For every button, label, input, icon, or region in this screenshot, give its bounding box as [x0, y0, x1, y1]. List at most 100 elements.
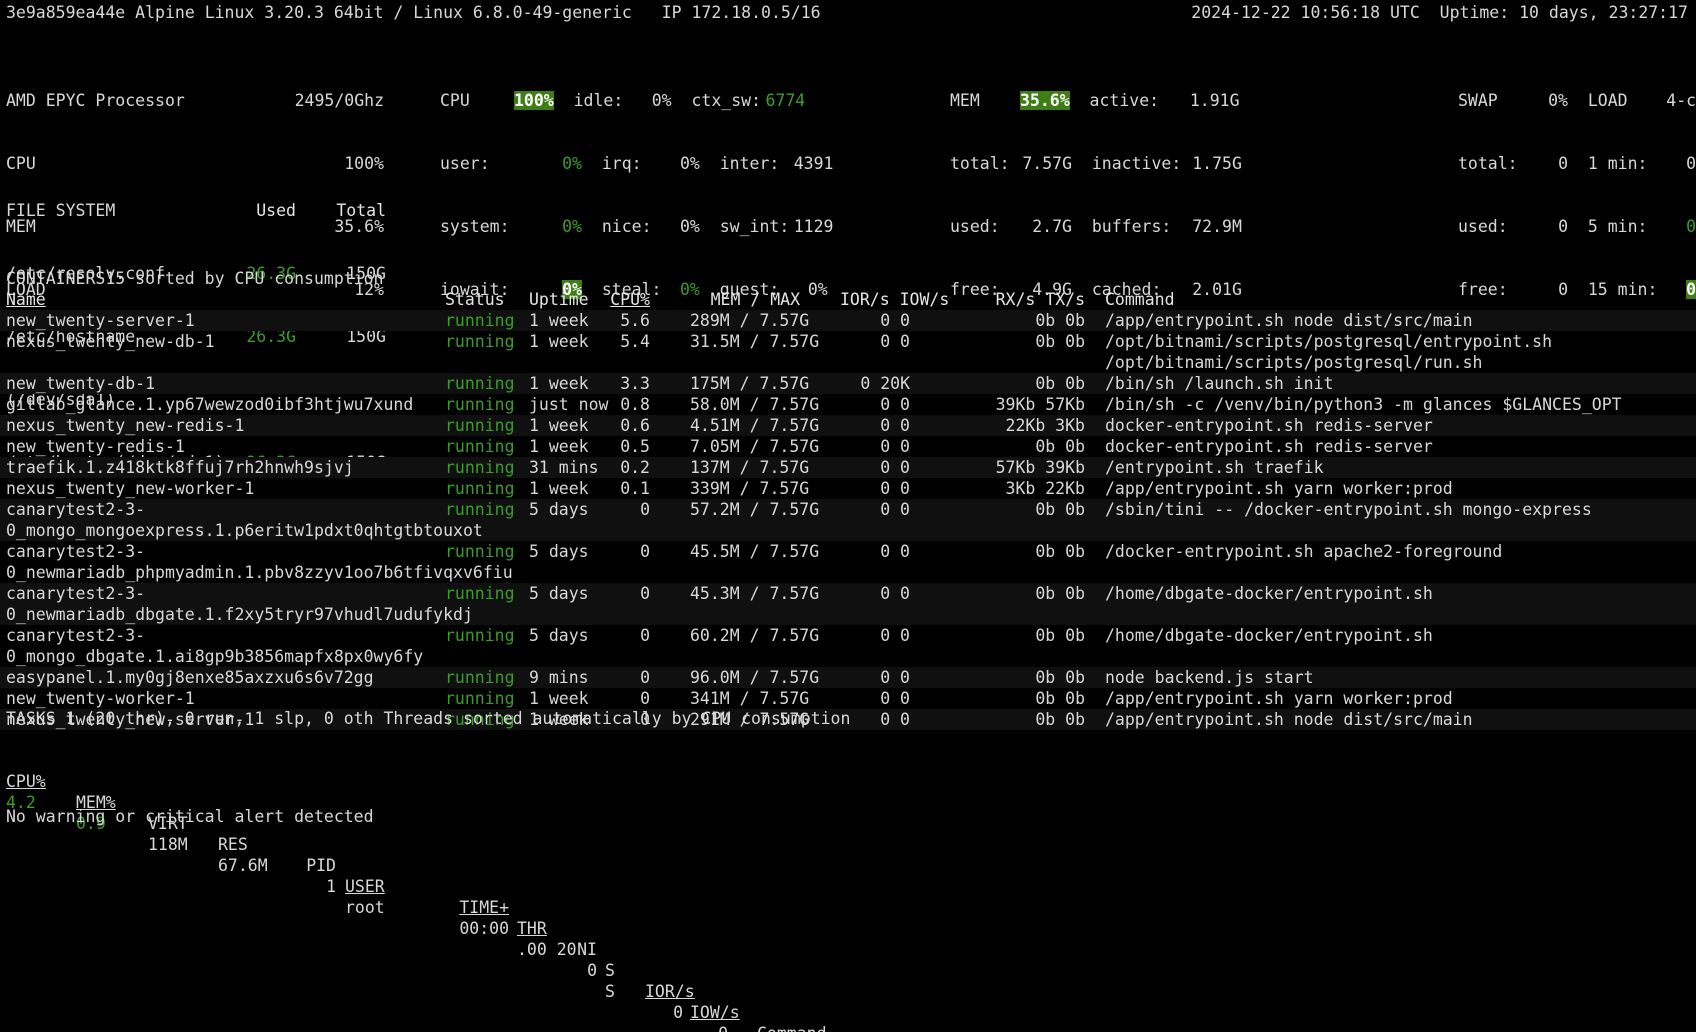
table-row[interactable]: canarytest2-3-0_mongo_dbgate.1.ai8gp9b38… [0, 625, 1696, 667]
container-io: 0 0 [840, 310, 910, 331]
filesystem-col-total: Total [326, 200, 386, 221]
container-cpu: 0 [608, 583, 650, 604]
column-header-cpu[interactable]: CPU% [608, 289, 650, 310]
column-header-uptime[interactable]: Uptime [529, 289, 619, 310]
column-header-status[interactable]: Status [445, 289, 515, 310]
cpu-swint-label: sw_int: [720, 216, 794, 237]
filesystem-col-used: Used [236, 200, 296, 221]
container-cpu: 0 [608, 625, 650, 646]
container-mem: 175M / 7.57G [690, 373, 800, 394]
task-row[interactable]: 4.2 0.9 118M 67.6M 1 root 00:00 .00 20 0… [0, 771, 1696, 792]
ip-label: IP 172.18.0.5/16 [662, 3, 821, 22]
cpu-total: 100% [514, 91, 554, 110]
task-column-pid[interactable]: PID [300, 855, 336, 876]
container-status: running [445, 625, 515, 646]
table-row[interactable]: nexus_twenty_new-worker-1running1 week0.… [0, 478, 1696, 499]
quicklook-cpu-model-line: AMD EPYC Processor 2495/0Ghz [6, 90, 406, 111]
task-pid: 1 [300, 876, 336, 897]
table-row[interactable]: canarytest2-3-0_newmariadb_dbgate.1.f2xy… [0, 583, 1696, 625]
table-row[interactable]: new_twenty-worker-1running1 week0341M / … [0, 688, 1696, 709]
column-header-net[interactable]: RX/s TX/s [985, 289, 1085, 310]
container-io: 0 0 [840, 394, 910, 415]
container-net: 39Kb 57Kb [985, 394, 1085, 415]
container-cpu: 0 [608, 499, 650, 520]
glances-terminal: 3e9a859ea44e Alpine Linux 3.20.3 64bit /… [0, 0, 1696, 1032]
table-row[interactable]: traefik.1.z418ktk8ffuj7rh2hnwh9sjvjrunni… [0, 457, 1696, 478]
container-uptime: 5 days [529, 583, 619, 604]
container-command: docker-entrypoint.sh redis-server [1105, 415, 1433, 436]
task-thr: .00 20 [517, 939, 553, 960]
task-column-user[interactable]: USER [345, 876, 415, 897]
column-header-mem[interactable]: MEM / MAX [690, 289, 800, 310]
task-column-iow[interactable]: IOW/s [690, 1002, 728, 1023]
filesystem-title: FILE SYSTEM [6, 200, 115, 221]
task-column-res[interactable]: RES [218, 834, 270, 855]
cpu-inter-value: 4391 [794, 154, 834, 173]
table-row[interactable]: nexus_twenty_new-redis-1running1 week0.6… [0, 415, 1696, 436]
container-net: 0b 0b [985, 373, 1085, 394]
containers-table: Name Status Uptime CPU% MEM / MAX IOR/s … [0, 289, 1696, 730]
container-net: 22Kb 3Kb [985, 415, 1085, 436]
container-io: 0 0 [840, 499, 910, 520]
column-header-name[interactable]: Name [6, 289, 46, 310]
column-header-command[interactable]: Command [1105, 289, 1175, 310]
table-row[interactable]: nexus_twenty_new-db-1running1 week5.431.… [0, 331, 1696, 373]
mem-buffers-value: 72.9M [1186, 216, 1242, 237]
table-row[interactable]: canarytest2-3-0_mongo_mongoexpress.1.p6e… [0, 499, 1696, 541]
container-uptime: 5 days [529, 541, 619, 562]
container-name: traefik.1.z418ktk8ffuj7rh2hnwh9sjvj [6, 457, 354, 478]
containers-header-row: Name Status Uptime CPU% MEM / MAX IOR/s … [0, 289, 1696, 310]
container-name: new_twenty-server-1 [6, 310, 195, 331]
mem-inactive-value: 1.75G [1186, 153, 1242, 174]
table-row[interactable]: new_twenty-server-1running1 week5.6289M … [0, 310, 1696, 331]
container-mem: 339M / 7.57G [690, 478, 800, 499]
container-status: running [445, 394, 515, 415]
container-uptime: 9 mins [529, 667, 619, 688]
task-column-state[interactable]: S [605, 960, 623, 981]
uptime: Uptime: 10 days, 23:27:17 [1440, 3, 1688, 22]
cpu-nice-value: 0% [666, 216, 700, 237]
task-iow: 0 [690, 1023, 728, 1032]
container-command: /entrypoint.sh traefik [1105, 457, 1324, 478]
table-row[interactable]: easypanel.1.my0gj8enxe85axzxu6s6v72ggrun… [0, 667, 1696, 688]
task-column-time[interactable]: TIME+ [453, 897, 509, 918]
swap-total-value: 0 [1532, 153, 1568, 174]
container-name: nexus_twenty_new-db-1 [6, 331, 215, 352]
table-row[interactable]: new_twenty-redis-1running1 week0.57.05M … [0, 436, 1696, 457]
container-cpu: 0.1 [608, 478, 650, 499]
table-row[interactable]: canarytest2-3-0_newmariadb_phpmyadmin.1.… [0, 541, 1696, 583]
task-column-thr[interactable]: THR [517, 918, 553, 939]
container-net: 0b 0b [985, 310, 1085, 331]
load-cores: 4-core [1660, 90, 1696, 111]
cpu-system-value: 0% [524, 216, 582, 237]
table-row[interactable]: new_twenty-db-1running1 week3.3175M / 7.… [0, 373, 1696, 394]
mem-row-used: used:2.7G buffers:72.9M [950, 216, 1242, 237]
container-name: easypanel.1.my0gj8enxe85axzxu6s6v72gg [6, 667, 374, 688]
container-status: running [445, 541, 515, 562]
cpu-nice-label: nice: [602, 216, 666, 237]
task-column-ior[interactable]: IOR/s [645, 981, 683, 1002]
container-command: /app/entrypoint.sh node dist/src/main [1105, 310, 1473, 331]
container-name: nexus_twenty_new-redis-1 [6, 415, 244, 436]
container-uptime: 5 days [529, 625, 619, 646]
container-io: 0 0 [840, 331, 910, 352]
container-mem: 96.0M / 7.57G [690, 667, 800, 688]
mem-active-value: 1.91G [1184, 90, 1240, 111]
mem-total-label: total: [950, 153, 1016, 174]
task-column-ni[interactable]: NI [575, 939, 597, 960]
container-name-wrap: 0_mongo_mongoexpress.1.p6eritw1pdxt0qhtg… [6, 520, 483, 541]
quicklook-mem-bar [64, 220, 354, 234]
column-header-io[interactable]: IOR/s IOW/s [840, 289, 910, 310]
container-name-wrap: 0_mongo_dbgate.1.ai8gp9b3856mapfx8px0wy6… [6, 646, 423, 667]
container-command: docker-entrypoint.sh redis-server [1105, 436, 1433, 457]
task-column-command[interactable]: Command [757, 1023, 827, 1032]
swap-row-used: used:0 5 min:0.57 [1458, 216, 1696, 237]
task-res: 67.6M [218, 855, 270, 876]
container-io: 0 0 [840, 436, 910, 457]
tasks-panel: TASKS 1 (20 thr), 0 run, 1 slp, 0 oth Th… [0, 708, 1696, 792]
mem-header-line: MEM35.6% active:1.91G [950, 90, 1242, 111]
table-row[interactable]: gitlab_glance.1.yp67wewzod0ibf3htjwu7xun… [0, 394, 1696, 415]
container-name-wrap: 0_newmariadb_phpmyadmin.1.pbv8zzyv1oo7b6… [6, 562, 513, 583]
task-virt: 118M [148, 834, 200, 855]
container-status: running [445, 478, 515, 499]
